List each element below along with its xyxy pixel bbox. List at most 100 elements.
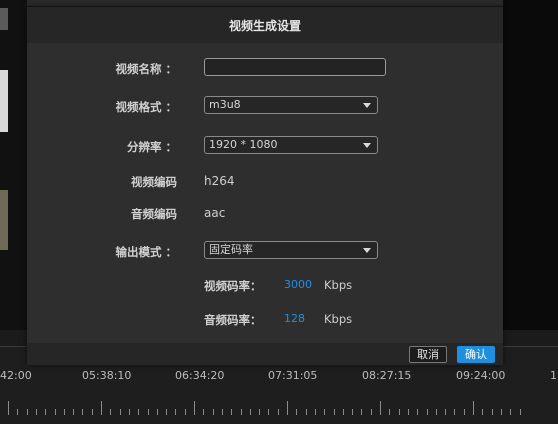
audio-bitrate-unit: Kbps xyxy=(324,312,353,326)
ruler-tick xyxy=(26,409,28,415)
ruler-tick xyxy=(166,409,168,415)
chevron-down-icon xyxy=(363,143,371,148)
timecode-label: 06:34:20 xyxy=(175,369,225,382)
ruler-tick xyxy=(342,409,344,415)
ruler-tick xyxy=(324,409,326,415)
ruler-tick xyxy=(333,409,335,415)
output-mode-select[interactable]: 固定码率 xyxy=(204,241,378,259)
video-name-row: 视频名称： xyxy=(27,58,503,80)
ruler-tick xyxy=(128,409,130,415)
ruler-tick xyxy=(175,409,177,415)
confirm-button[interactable]: 确认 xyxy=(457,346,495,363)
video-codec-row: 视频编码 h264 xyxy=(27,171,503,193)
ruler-tick xyxy=(17,409,19,415)
video-bitrate-unit: Kbps xyxy=(324,278,353,292)
ruler-tick xyxy=(519,409,521,415)
ruler-tick xyxy=(296,409,298,415)
timecode-label: 05:38:10 xyxy=(82,369,132,382)
ruler-tick xyxy=(194,401,195,415)
ruler-tick xyxy=(380,401,381,415)
thumbnail xyxy=(0,70,8,132)
dialog-footer: 取消 确认 xyxy=(27,343,503,365)
chevron-down-icon xyxy=(363,248,371,253)
ruler-tick xyxy=(119,409,121,415)
ruler-tick xyxy=(156,409,158,415)
ruler-tick xyxy=(482,409,484,415)
dialog-title: 视频生成设置 xyxy=(27,7,503,43)
ruler-tick xyxy=(277,409,279,415)
resolution-row: 分辨率： 1920 * 1080 xyxy=(27,136,503,158)
video-settings-dialog: 视频生成设置 视频名称： 视频格式： m3u8 分辨率： 1920 * 1080… xyxy=(27,7,503,365)
ruler-tick xyxy=(473,401,474,415)
timeline-ruler[interactable] xyxy=(0,399,558,415)
audio-codec-row: 音频编码 aac xyxy=(27,203,503,225)
video-bitrate-label: 视频码率： xyxy=(204,279,262,293)
ruler-tick xyxy=(212,409,214,415)
ruler-tick xyxy=(435,409,437,415)
ruler-tick xyxy=(426,409,428,415)
ruler-tick xyxy=(249,409,251,415)
ruler-tick xyxy=(231,409,233,415)
timecode-label: 1 xyxy=(550,369,557,382)
ruler-tick xyxy=(259,409,261,415)
video-format-select[interactable]: m3u8 xyxy=(204,96,378,114)
video-format-row: 视频格式： m3u8 xyxy=(27,96,503,118)
video-codec-value: h264 xyxy=(204,174,235,188)
preview-left-panel xyxy=(0,0,27,330)
ruler-tick xyxy=(352,409,354,415)
output-mode-label: 输出模式： xyxy=(115,245,178,259)
ruler-tick xyxy=(8,401,9,415)
ruler-tick xyxy=(287,401,288,415)
ruler-tick xyxy=(101,401,102,415)
thumbnail xyxy=(0,8,8,30)
ruler-tick xyxy=(54,409,56,415)
ruler-tick xyxy=(407,409,409,415)
timecode-label: 08:27:15 xyxy=(362,369,412,382)
ruler-tick xyxy=(63,409,65,415)
ruler-tick xyxy=(445,409,447,415)
output-mode-value: 固定码率 xyxy=(209,243,253,256)
ruler-tick xyxy=(184,409,186,415)
ruler-tick xyxy=(203,409,205,415)
ruler-tick xyxy=(91,409,93,415)
ruler-tick xyxy=(45,409,47,415)
ruler-tick xyxy=(398,409,400,415)
timecode-label: 42:00 xyxy=(0,369,32,382)
ruler-tick xyxy=(110,409,112,415)
ruler-tick xyxy=(82,409,84,415)
ruler-tick xyxy=(491,409,493,415)
timecode-label: 07:31:05 xyxy=(268,369,318,382)
audio-codec-label: 音频编码 xyxy=(131,207,177,221)
resolution-label: 分辨率： xyxy=(127,140,177,154)
audio-bitrate-row: 音频码率： 128 Kbps xyxy=(27,309,503,331)
video-format-value: m3u8 xyxy=(209,98,241,111)
ruler-tick xyxy=(361,409,363,415)
chevron-down-icon xyxy=(363,103,371,108)
ruler-tick xyxy=(314,409,316,415)
audio-bitrate-label: 音频码率： xyxy=(204,313,262,327)
ruler-tick xyxy=(370,409,372,415)
ruler-tick xyxy=(463,409,465,415)
thumbnail xyxy=(0,190,8,250)
video-name-label: 视频名称： xyxy=(115,62,178,76)
output-mode-row: 输出模式： 固定码率 xyxy=(27,241,503,263)
ruler-tick xyxy=(510,409,512,415)
ruler-tick xyxy=(454,409,456,415)
video-bitrate-value[interactable]: 3000 xyxy=(284,278,312,291)
ruler-tick xyxy=(268,409,270,415)
app-top-strip xyxy=(0,0,558,6)
timecode-label: 09:24:00 xyxy=(456,369,506,382)
ruler-tick xyxy=(73,409,75,415)
video-name-input[interactable] xyxy=(204,58,386,76)
video-format-label: 视频格式： xyxy=(115,100,178,114)
ruler-tick xyxy=(240,409,242,415)
ruler-tick xyxy=(305,409,307,415)
cancel-button[interactable]: 取消 xyxy=(409,346,447,363)
resolution-select[interactable]: 1920 * 1080 xyxy=(204,136,378,154)
ruler-tick xyxy=(389,409,391,415)
ruler-tick xyxy=(138,409,140,415)
audio-bitrate-value[interactable]: 128 xyxy=(284,312,305,325)
ruler-tick xyxy=(500,409,502,415)
resolution-value: 1920 * 1080 xyxy=(209,138,278,151)
ruler-tick xyxy=(147,409,149,415)
